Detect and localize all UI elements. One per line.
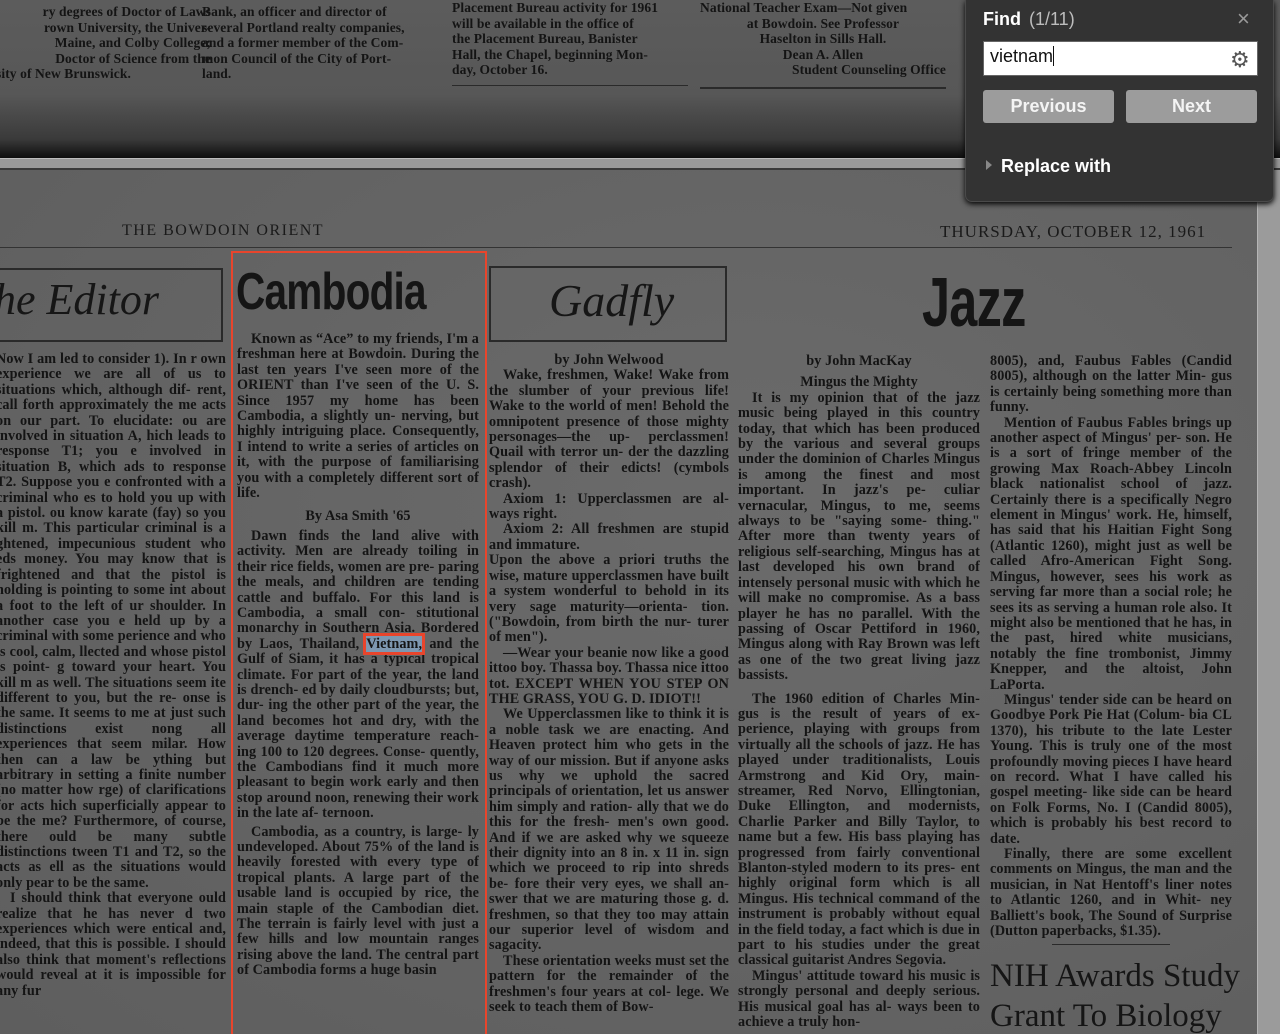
gear-icon[interactable]: ⚙ xyxy=(1230,47,1250,73)
paragraph: These orientation weeks must set the pat… xyxy=(489,952,729,1016)
paragraph: Known as “Ace” to my friends, I'm a fres… xyxy=(237,331,479,502)
text-line: several Portland realty companies, xyxy=(202,19,405,35)
subheading: Mingus the Mighty xyxy=(800,374,918,391)
editor-article: Now I am led to consider 1). In r own ex… xyxy=(0,351,226,999)
text-caret xyxy=(1053,46,1055,66)
text-line: land. xyxy=(202,66,232,81)
paragraph: It is my opinion that of the jazz music … xyxy=(738,389,980,684)
paragraph: Axiom 2: All freshmen are stupid and imm… xyxy=(489,521,729,553)
prev-col-2: Bank, an officer and director of several… xyxy=(202,4,442,82)
paragraph: Mingus' tender side can be heard on Good… xyxy=(990,691,1232,847)
find-input[interactable]: vietnam xyxy=(983,41,1258,76)
jazz-article-col-2: 8005), and, Faubus Fables (Candid 8005),… xyxy=(990,353,1232,940)
paragraph: Now I am led to consider 1). In r own ex… xyxy=(0,351,226,891)
find-panel: Find (1/11) × vietnam ⚙ Previous Next Re… xyxy=(965,0,1274,202)
text-line: mon Council of the City of Port- xyxy=(202,50,392,66)
next-button[interactable]: Next xyxy=(1126,90,1257,123)
divider xyxy=(1052,944,1170,945)
search-highlight: Vietnam, xyxy=(363,632,426,655)
replace-label: Replace with xyxy=(1001,156,1112,176)
editor-heading: he Editor xyxy=(0,275,159,324)
dateline: THURSDAY, OCTOBER 12, 1961 xyxy=(940,222,1207,241)
text-line: day, October 16. xyxy=(452,62,548,77)
jazz-heading: Jazz xyxy=(922,263,1026,341)
gadfly-article: by John Welwood Wake, freshmen, Wake! Wa… xyxy=(489,352,729,1016)
text-line: Maine, and Colby College; xyxy=(54,35,211,50)
paragraph: Wake, freshmen, Wake! Wake from the slum… xyxy=(489,367,729,492)
text-line: Doctor of Science from the xyxy=(55,50,211,66)
divider xyxy=(700,87,946,89)
text-line: Bank, an officer and director of xyxy=(202,4,387,19)
paragraph: Upon the above a priori truths the wise,… xyxy=(489,552,729,646)
header-rule xyxy=(0,247,1232,248)
paragraph: We Upperclassmen like to think it is a n… xyxy=(489,706,729,954)
text-line: Hall, the Chapel, beginning Mon- xyxy=(452,46,648,62)
text: Dawn finds the land alive with activity.… xyxy=(237,527,479,652)
text-line: and a former member of the Com- xyxy=(202,35,404,50)
cambodia-heading: Cambodia xyxy=(236,263,427,321)
match-count: (1/11) xyxy=(1029,9,1075,29)
text-line: National Teacher Exam—Not given xyxy=(700,0,908,15)
byline: By Asa Smith '65 xyxy=(305,508,411,525)
disclosure-triangle-icon xyxy=(986,160,992,170)
jazz-article-col-1: by John MacKay Mingus the Mighty It is m… xyxy=(738,353,980,1031)
paragraph: I should think that everyone ould realiz… xyxy=(0,890,226,999)
prev-col-4: National Teacher Exam—Not given at Bowdo… xyxy=(700,0,946,78)
prev-col-1: ry degrees of Doctor of Laws rown Univer… xyxy=(0,4,211,82)
masthead: THE BOWDOIN ORIENT xyxy=(122,222,325,239)
nih-headline-line-2: Grant To Biology xyxy=(990,998,1222,1034)
paragraph: Mingus' attitude toward his music is str… xyxy=(738,967,980,1031)
paragraph: Axiom 1: Upperclassmen are al- ways righ… xyxy=(489,490,729,523)
cambodia-article: Known as “Ace” to my friends, I'm a fres… xyxy=(237,331,479,979)
paragraph: Finally, there are some excellent commen… xyxy=(990,846,1232,940)
text-line: will be available in the office of xyxy=(452,15,634,31)
page-margin xyxy=(1257,170,1280,1034)
text-line: Placement Bureau activity for 1961 xyxy=(452,0,659,15)
text-line: at Bowdoin. See Professor xyxy=(746,15,900,31)
paragraph: —Wear your beanie now like a good ittoo … xyxy=(489,644,729,707)
text-line: Dean A. Allen xyxy=(782,46,864,62)
text-line: Student Counseling Office xyxy=(791,62,946,77)
text-line: sity of New Brunswick. xyxy=(0,66,131,81)
text-line: ry degrees of Doctor of Laws xyxy=(42,4,211,19)
previous-button[interactable]: Previous xyxy=(983,90,1114,123)
divider xyxy=(452,85,688,86)
paragraph: Dawn finds the land alive with activity.… xyxy=(237,527,479,822)
byline: by John Welwood xyxy=(554,352,664,368)
close-icon[interactable]: × xyxy=(1237,6,1250,32)
paragraph: Mention of Faubus Fables brings up anoth… xyxy=(990,414,1232,693)
gadfly-heading: Gadfly xyxy=(549,275,675,326)
text: and the Gulf of Siam, it has a typical t… xyxy=(237,635,479,822)
prev-col-3: Placement Bureau activity for 1961 will … xyxy=(452,0,692,78)
byline: by John MacKay xyxy=(806,353,912,369)
find-query: vietnam xyxy=(990,46,1054,66)
paragraph: 8005), and, Faubus Fables (Candid 8005),… xyxy=(990,353,1232,416)
find-title: Find xyxy=(983,9,1021,29)
text-line: the Placement Bureau, Banister xyxy=(452,31,638,46)
text-line: Haselton in Sills Hall. xyxy=(759,31,887,46)
text-line: rown University, the Univer- xyxy=(43,19,211,35)
paragraph: The 1960 edition of Charles Min- gus is … xyxy=(738,690,980,969)
paragraph: Cambodia, as a country, is large- ly und… xyxy=(237,823,479,979)
replace-with-toggle[interactable]: Replace with xyxy=(986,156,1111,177)
nih-headline-line-1: NIH Awards Study xyxy=(990,958,1240,994)
